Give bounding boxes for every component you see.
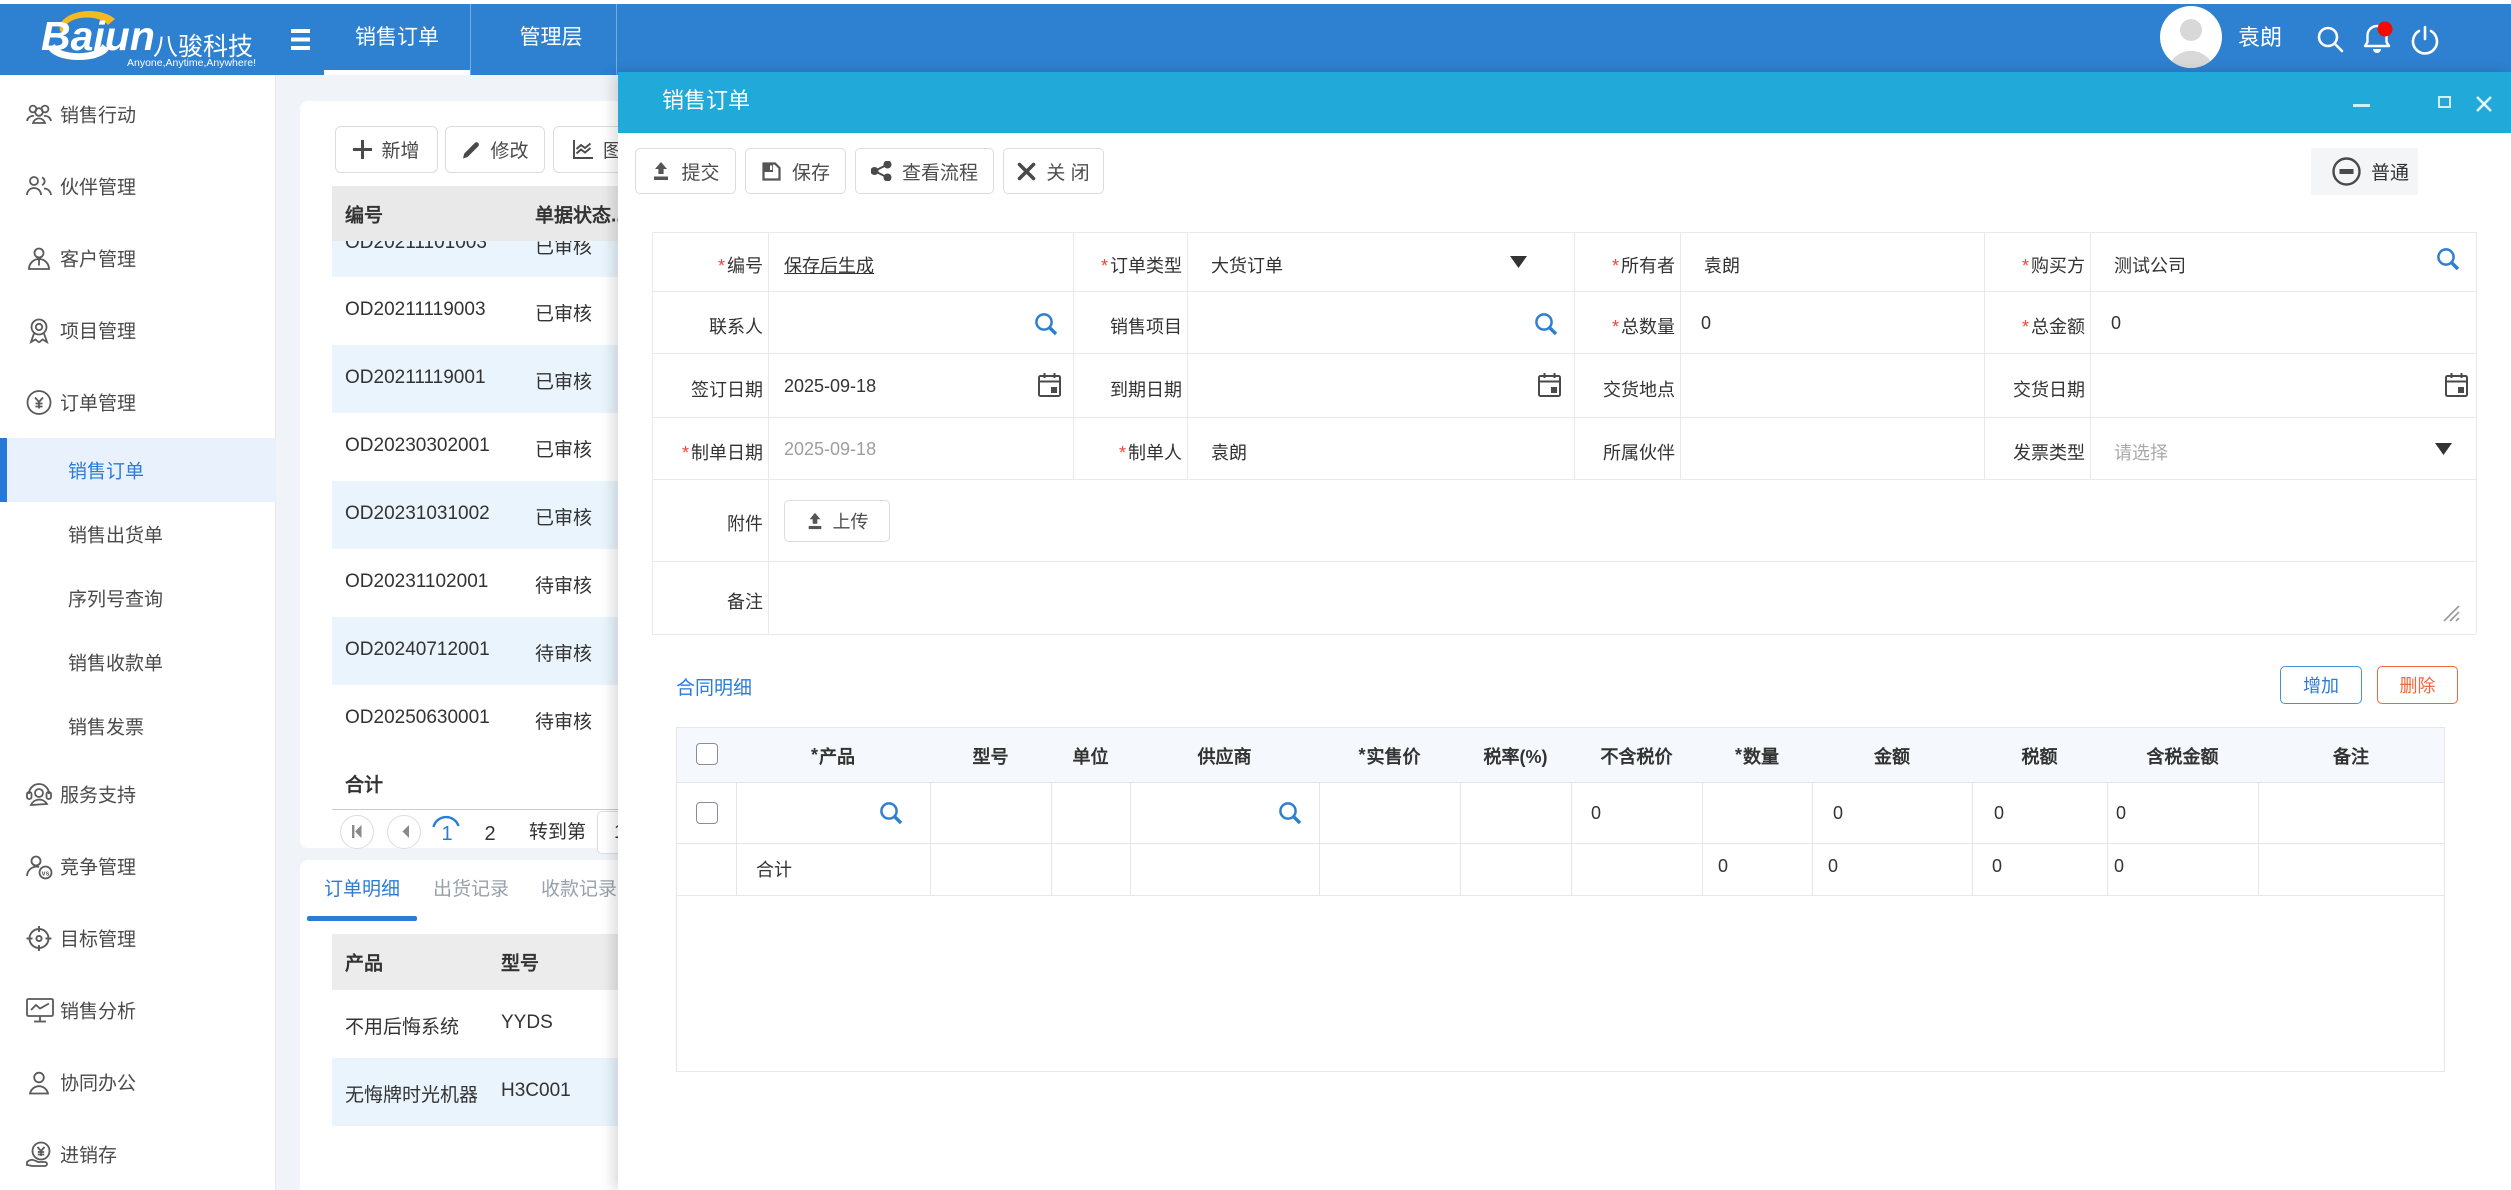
svg-text:vs: vs — [42, 871, 50, 878]
